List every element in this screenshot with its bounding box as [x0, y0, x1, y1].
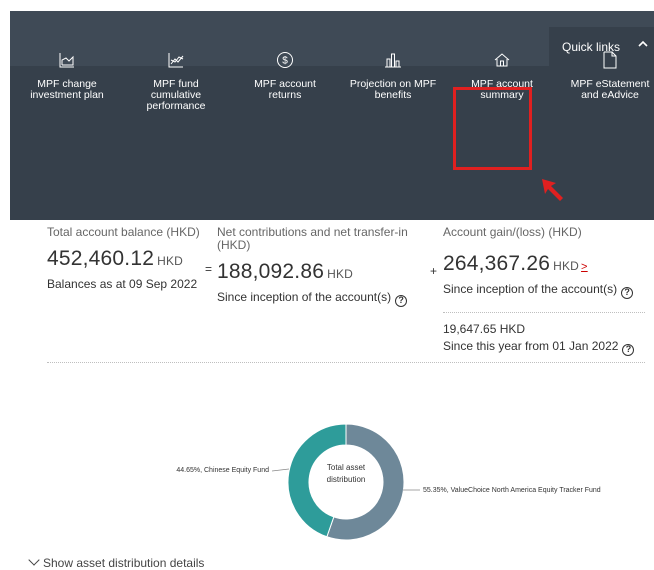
ytd-gain-note: Since this year from 01 Jan 2022? [443, 339, 653, 356]
net-contributions-value: 188,092.86 HKD [217, 260, 354, 283]
chevron-down-icon [28, 554, 40, 566]
quick-link-fund-cumulative-performance[interactable]: MPF fund cumulative performance [130, 51, 222, 112]
net-contributions-note: Since inception of the account(s)? [217, 290, 432, 307]
leader-line-left [271, 468, 290, 472]
slice-label-chinese: 44.65%, Chinese Equity Fund [176, 467, 269, 474]
svg-text:$: $ [282, 56, 288, 67]
pointer-arrow-icon [542, 179, 563, 201]
help-icon[interactable]: ? [621, 287, 634, 299]
account-gain-note: Since inception of the account(s)? [443, 282, 648, 299]
chart-area-icon [59, 53, 74, 68]
divider [443, 312, 645, 313]
donut-center-label-1: Total asset [327, 463, 366, 472]
account-gain-block: Account gain/(loss) (HKD) 264,367.26 HKD >… [443, 226, 648, 299]
total-balance-note: Balances as at 09 Sep 2022 [47, 277, 198, 291]
ytd-gain-block: 19,647.65 HKD Since this year from 01 Ja… [443, 322, 653, 356]
quick-link-label: MPF change investment plan [30, 78, 104, 101]
chevron-up-icon [638, 40, 648, 47]
home-icon [494, 53, 510, 67]
quick-link-label: MPF account returns [254, 78, 316, 101]
total-balance-block: Total account balance (HKD) 452,460.12 HK… [47, 225, 207, 292]
highlight-box [453, 87, 532, 170]
quick-link-change-investment-plan[interactable]: MPF change investment plan [21, 51, 113, 101]
donut-center-label-2: distribution [327, 475, 366, 484]
equals-sign: = [205, 262, 213, 276]
account-gain-value: 264,367.26 HKD > [443, 252, 588, 275]
line-chart-icon [168, 53, 184, 68]
help-icon[interactable]: ? [622, 344, 635, 356]
section-divider [47, 362, 645, 363]
show-details-label: Show asset distribution details [43, 556, 205, 570]
help-icon[interactable]: ? [395, 295, 408, 307]
account-gain-label: Account gain/(loss) (HKD) [443, 225, 582, 239]
quick-link-account-returns[interactable]: $ MPF account returns [239, 51, 331, 101]
plus-sign: + [430, 264, 438, 278]
asset-distribution-chart: 44.65%, Chinese Equity Fund 55.35%, Valu… [176, 423, 601, 541]
quick-link-label: MPF fund cumulative performance [146, 78, 206, 112]
gain-detail-link[interactable]: > [581, 261, 588, 273]
net-contributions-block: Net contributions and net transfer-in (H… [217, 226, 432, 307]
quick-link-estatement[interactable]: MPF eStatement and eAdvice [564, 51, 654, 101]
total-balance-label: Total account balance (HKD) [47, 225, 200, 239]
show-details-toggle[interactable]: Show asset distribution details [28, 554, 205, 570]
quick-link-label: MPF eStatement and eAdvice [570, 78, 650, 101]
dollar-circle-icon: $ [277, 52, 293, 68]
quick-link-projection[interactable]: Projection on MPF benefits [347, 51, 439, 101]
document-icon [603, 51, 617, 69]
net-contributions-label: Net contributions and net transfer-in (H… [217, 225, 408, 252]
ytd-gain-value: 19,647.65 HKD [443, 322, 526, 336]
slice-label-valuechoice: 55.35%, ValueChoice North America Equity… [423, 487, 601, 494]
bar-chart-icon [385, 53, 401, 68]
quick-link-label: Projection on MPF benefits [349, 78, 437, 101]
total-balance-value: 452,460.12 HKD [47, 247, 184, 270]
